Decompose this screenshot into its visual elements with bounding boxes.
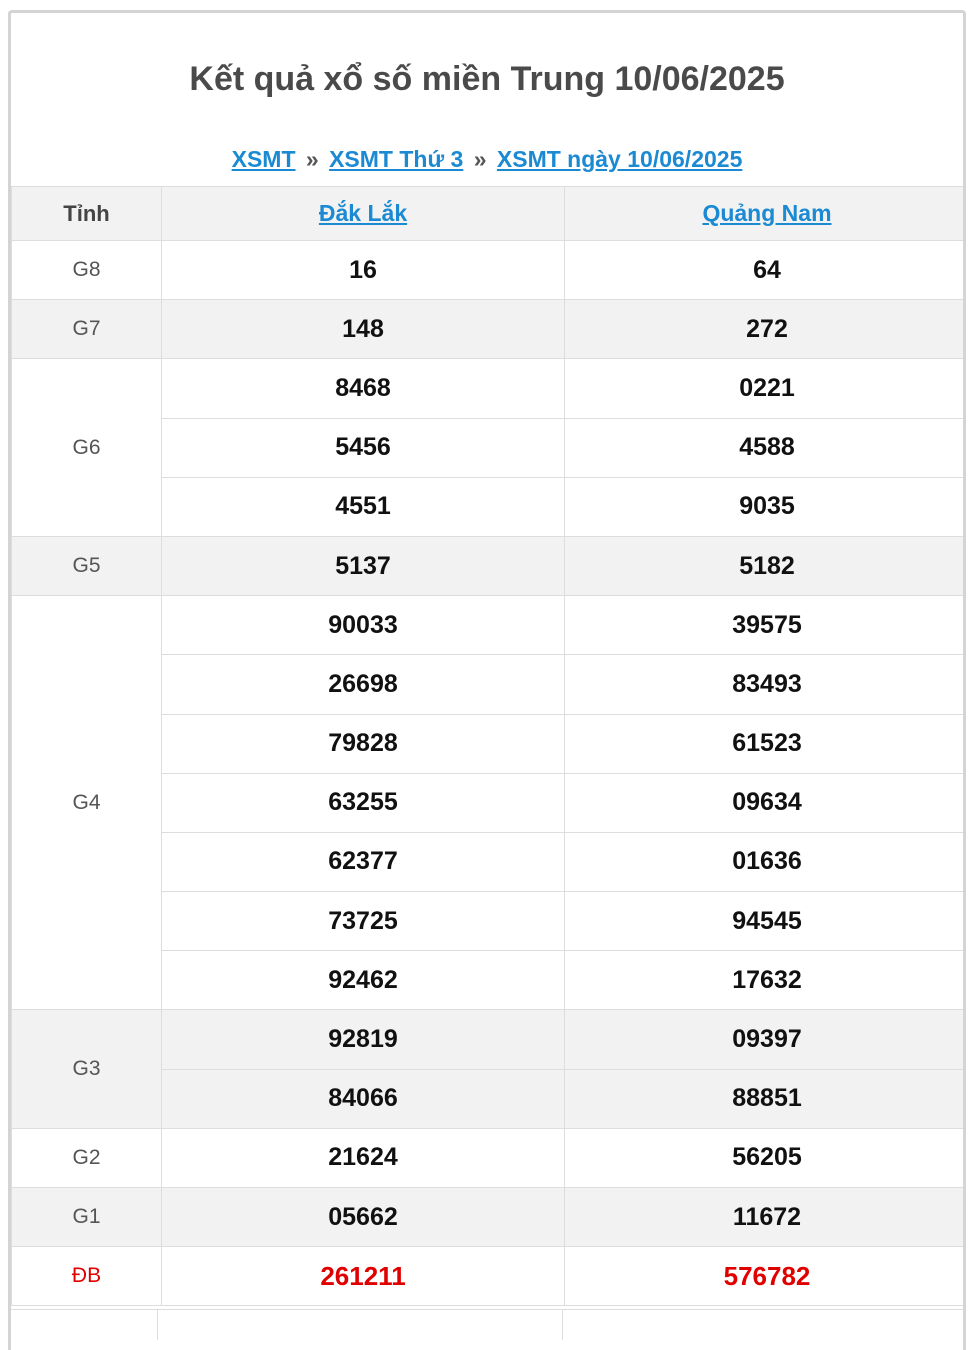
result-number: 88851 xyxy=(564,1068,963,1129)
result-number: 5456 xyxy=(161,417,565,478)
breadcrumb-link-xsmt[interactable]: XSMT xyxy=(232,146,296,172)
result-number: 62377 xyxy=(161,831,565,893)
result-number: 11672 xyxy=(564,1186,963,1248)
province-link-dak-lak[interactable]: Đắk Lắk xyxy=(319,200,407,226)
result-number: 576782 xyxy=(564,1246,963,1307)
result-number: 148 xyxy=(161,299,565,360)
result-number: 5182 xyxy=(564,535,963,597)
result-number: 261211 xyxy=(161,1246,565,1307)
table-row: G1 05662 11672 xyxy=(11,1186,963,1248)
results-card: Kết quả xổ số miền Trung 10/06/2025 XSMT… xyxy=(8,10,966,1350)
results-table: Tỉnh Đắk Lắk Quảng Nam G8 16 64 G7 148 272 G6 8… xyxy=(11,186,963,1307)
table-header-row: Tỉnh Đắk Lắk Quảng Nam xyxy=(11,186,963,241)
result-number: 92462 xyxy=(161,950,565,1011)
province-link-quang-nam[interactable]: Quảng Nam xyxy=(702,200,831,226)
prize-label: G3 xyxy=(11,1009,162,1129)
result-number: 39575 xyxy=(564,595,963,656)
result-number: 4588 xyxy=(564,417,963,478)
table-footer-edge xyxy=(11,1309,963,1340)
prize-label: G8 xyxy=(11,239,162,301)
result-number: 94545 xyxy=(564,891,963,952)
table-row: G3 92819 09397 xyxy=(11,1009,963,1129)
result-number: 4551 xyxy=(161,476,565,537)
result-number: 90033 xyxy=(161,595,565,656)
result-number: 17632 xyxy=(564,950,963,1011)
table-row: G5 5137 5182 xyxy=(11,535,963,597)
table-row: ĐB 261211 576782 xyxy=(11,1246,963,1307)
result-number: 73725 xyxy=(161,891,565,952)
header-province: Đắk Lắk xyxy=(161,186,565,241)
prize-label: G1 xyxy=(11,1186,162,1248)
breadcrumb-link-xsmt-thu-3[interactable]: XSMT Thứ 3 xyxy=(329,146,463,172)
prize-label: G7 xyxy=(11,299,162,360)
table-row: G2 21624 56205 xyxy=(11,1127,963,1189)
result-number: 16 xyxy=(161,239,565,301)
result-number: 64 xyxy=(564,239,963,301)
prize-label: G6 xyxy=(11,358,162,537)
table-row: G6 8468 0221 xyxy=(11,358,963,537)
result-number: 63255 xyxy=(161,772,565,833)
result-number: 09397 xyxy=(564,1009,963,1070)
result-number: 272 xyxy=(564,299,963,360)
result-number: 8468 xyxy=(161,358,565,419)
result-number: 01636 xyxy=(564,831,963,893)
prize-label: ĐB xyxy=(11,1246,162,1307)
result-number: 83493 xyxy=(564,654,963,715)
result-number: 5137 xyxy=(161,535,565,597)
result-number: 09634 xyxy=(564,772,963,833)
result-number: 79828 xyxy=(161,713,565,774)
result-number: 21624 xyxy=(161,1127,565,1189)
prize-label: G5 xyxy=(11,535,162,597)
result-number: 84066 xyxy=(161,1068,565,1129)
header-prize-label: Tỉnh xyxy=(11,186,162,241)
breadcrumb-separator: » xyxy=(473,146,487,172)
result-number: 26698 xyxy=(161,654,565,715)
breadcrumb-link-xsmt-date[interactable]: XSMT ngày 10/06/2025 xyxy=(497,146,742,172)
result-number: 61523 xyxy=(564,713,963,774)
table-row: G7 148 272 xyxy=(11,299,963,360)
result-number: 56205 xyxy=(564,1127,963,1189)
header-province: Quảng Nam xyxy=(564,186,963,241)
breadcrumb-separator: » xyxy=(305,146,319,172)
table-row: G8 16 64 xyxy=(11,239,963,301)
result-number: 9035 xyxy=(564,476,963,537)
result-number: 05662 xyxy=(161,1186,565,1248)
table-row: G4 90033 39575 xyxy=(11,595,963,1011)
prize-label: G2 xyxy=(11,1127,162,1189)
result-number: 0221 xyxy=(564,358,963,419)
page-title: Kết quả xổ số miền Trung 10/06/2025 xyxy=(189,60,785,98)
prize-label: G4 xyxy=(11,595,162,1011)
breadcrumb: XSMT » XSMT Thứ 3 » XSMT ngày 10/06/2025 xyxy=(11,146,963,173)
result-number: 92819 xyxy=(161,1009,565,1070)
